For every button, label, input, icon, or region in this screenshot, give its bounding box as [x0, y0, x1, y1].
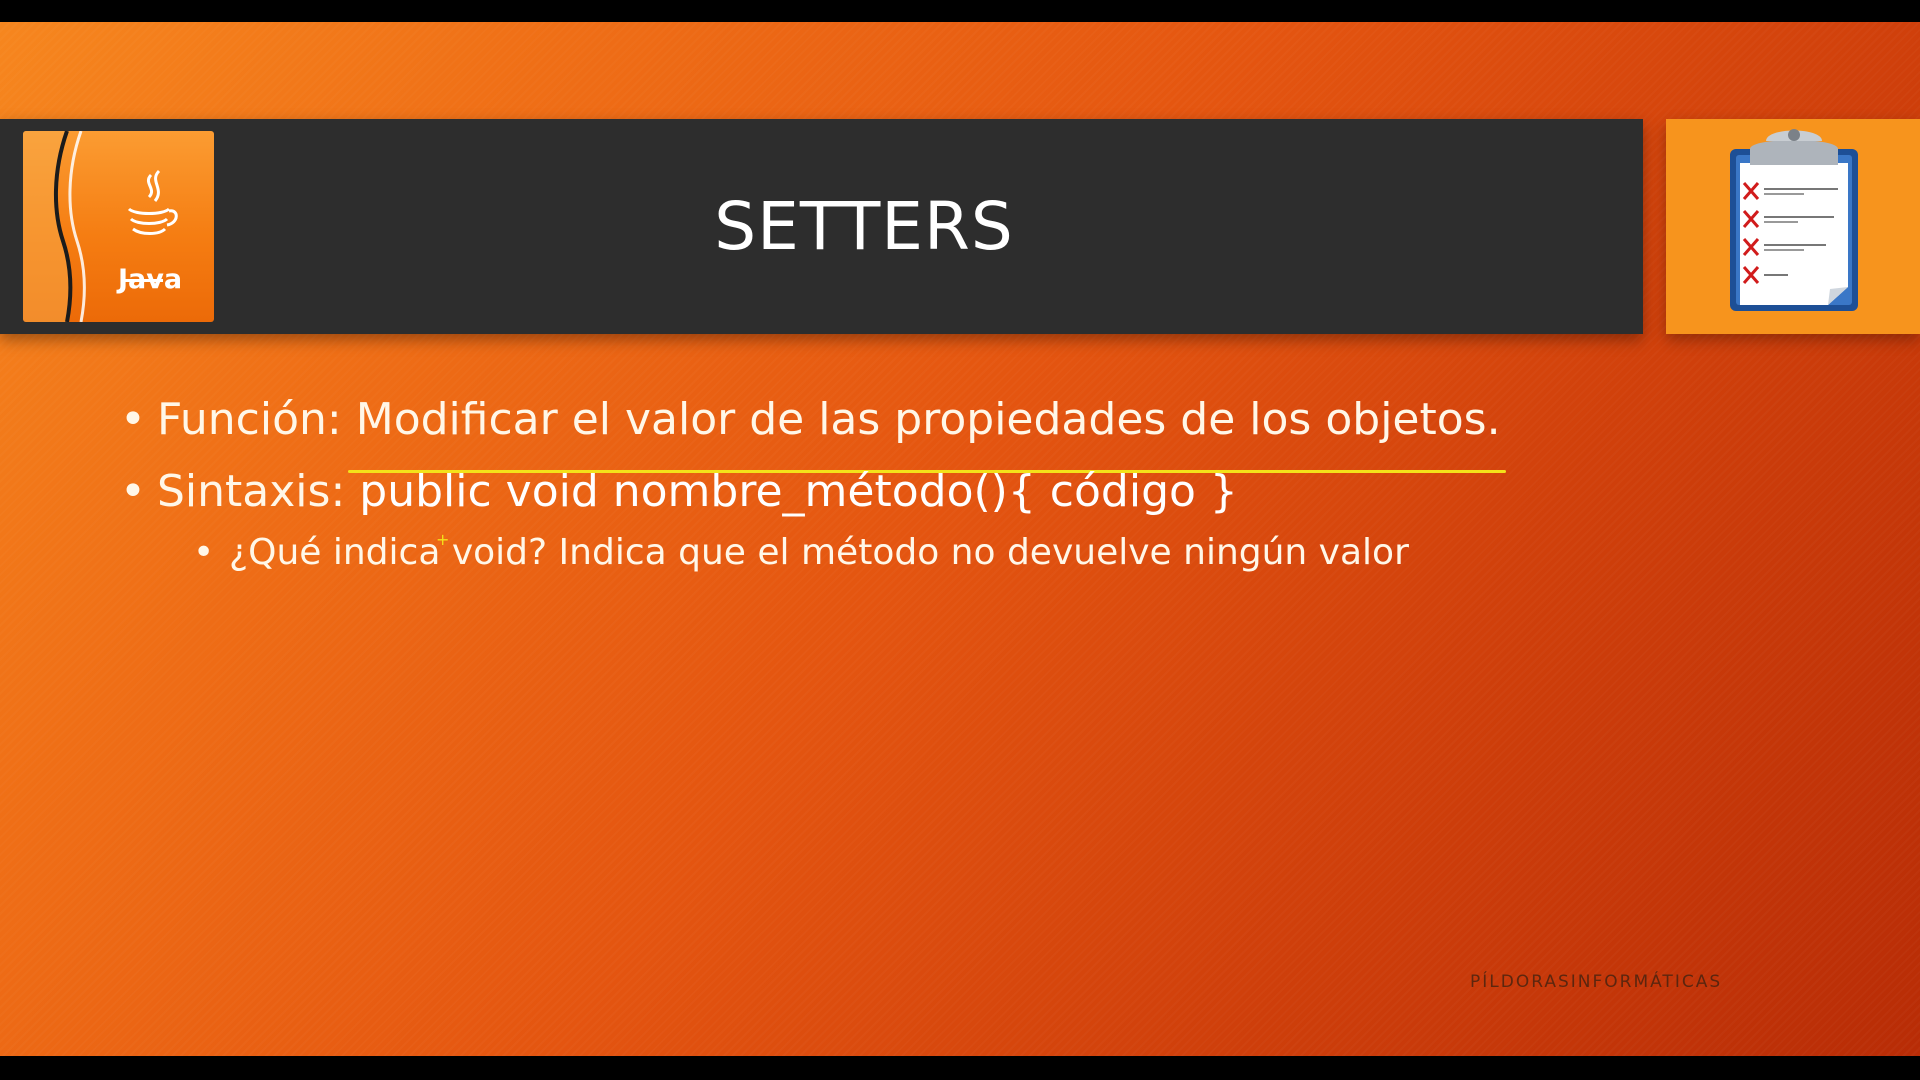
bullet-sintaxis-label: Sintaxis:: [157, 466, 346, 517]
slide-content: • Función: Modificar el valor de las pro…: [0, 22, 1920, 1056]
bullet-dot-icon: •: [120, 394, 146, 445]
watermark: PÍLDORASINFORMÁTICAS: [1470, 972, 1723, 992]
sub-bullet-void: ¿Qué indica void? Indica que el método n…: [229, 532, 1409, 573]
cursor-plus-icon: +: [436, 530, 450, 549]
presentation-slide: Java SETTERS • Función: Modificar el val…: [0, 22, 1920, 1056]
bullet-funcion-text: Modificar el valor de las propiedades de…: [355, 394, 1501, 445]
video-frame: Java SETTERS • Función: Modificar el val…: [0, 0, 1920, 1080]
bullet-funcion-label: Función:: [157, 394, 342, 445]
bullet-dot-icon: •: [193, 532, 215, 573]
bullet-dot-icon: •: [120, 466, 146, 517]
bullet-sintaxis: Sintaxis: public void nombre_método(){ c…: [157, 466, 1238, 517]
bullet-funcion: Función: Modificar el valor de las propi…: [157, 394, 1501, 445]
bullet-sintaxis-code: public void nombre_método(){ código }: [359, 466, 1238, 517]
